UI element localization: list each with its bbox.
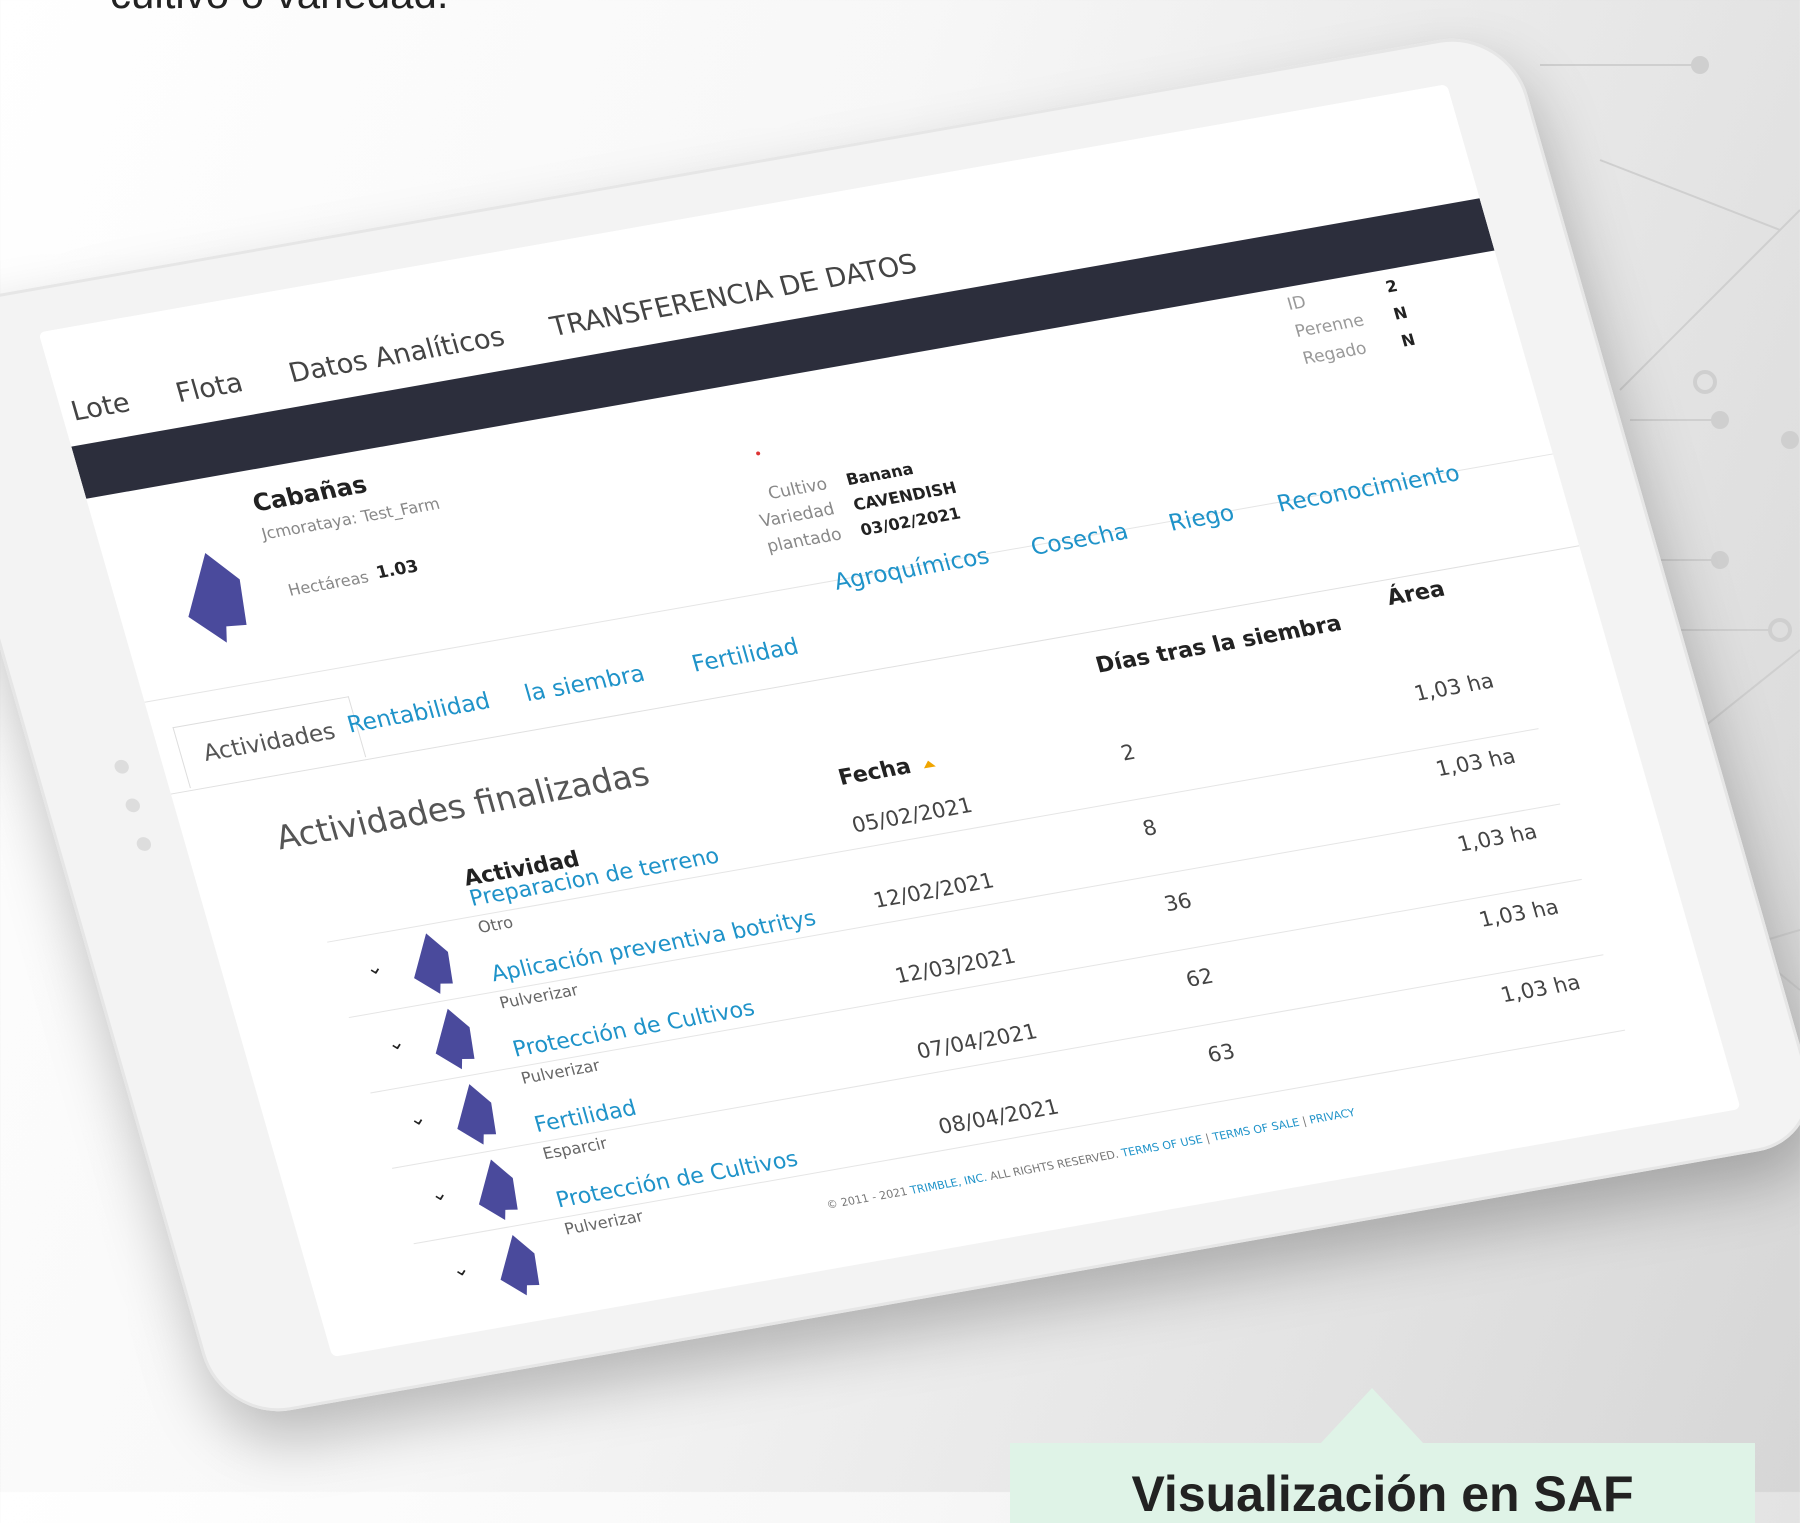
- field-shape-icon: [478, 1159, 518, 1221]
- tablet-button: [123, 797, 142, 814]
- activity-date: 05/02/2021: [849, 793, 976, 838]
- id-value: 2: [1383, 276, 1400, 297]
- field-shape-icon: [457, 1084, 497, 1145]
- tablet-button: [135, 836, 153, 853]
- perennial-value: N: [1391, 302, 1410, 324]
- crop-value: Banana: [843, 459, 916, 490]
- id-label: ID: [1285, 292, 1309, 315]
- tab-la-siembra[interactable]: la siembra: [522, 661, 648, 707]
- section-title: Actividades finalizadas: [271, 754, 654, 858]
- tablet-button: [112, 758, 131, 775]
- chevron-down-icon[interactable]: ⌄: [449, 1255, 472, 1281]
- chevron-down-icon[interactable]: ⌄: [427, 1180, 450, 1206]
- field-shape-icon: [188, 552, 247, 643]
- nav-item-flota[interactable]: Flota: [172, 367, 246, 409]
- irrigated-value: N: [1399, 329, 1418, 351]
- activity-type: Otro: [475, 912, 516, 937]
- tablet-side-buttons: [112, 758, 160, 877]
- tab-rentabilidad[interactable]: Rentabilidad: [344, 688, 493, 738]
- nav-item-lote[interactable]: Lote: [68, 387, 134, 427]
- perennial-label: Perenne: [1292, 310, 1367, 342]
- tab-fertilidad[interactable]: Fertilidad: [689, 634, 802, 678]
- app-screen: Lote Flota Datos Analíticos TRANSFERENCI…: [38, 84, 1741, 1358]
- chevron-down-icon[interactable]: ⌄: [362, 954, 385, 980]
- activity-days: 2: [1118, 739, 1139, 766]
- field-shape-icon: [435, 1008, 475, 1070]
- caption-text: Visualización en SAF: [1131, 1466, 1634, 1522]
- chevron-down-icon[interactable]: ⌄: [406, 1105, 429, 1131]
- field-shape-icon: [500, 1234, 540, 1296]
- tab-actividades[interactable]: Actividades: [172, 696, 367, 789]
- activity-area: 1,03 ha: [1411, 668, 1497, 706]
- irrigated-label: Regado: [1300, 338, 1370, 369]
- column-header-area[interactable]: Área: [1384, 577, 1448, 611]
- hectares-value: 1.03: [373, 556, 421, 584]
- caption-box: Visualización en SAF: [1010, 1388, 1755, 1523]
- hectares-label: Hectáreas: [285, 567, 371, 600]
- chevron-down-icon[interactable]: ⌄: [384, 1029, 407, 1055]
- sort-ascending-icon[interactable]: [922, 759, 936, 769]
- marker-dot: [755, 451, 761, 456]
- column-header-fecha[interactable]: Fecha: [836, 754, 914, 791]
- field-shape-icon: [414, 933, 453, 994]
